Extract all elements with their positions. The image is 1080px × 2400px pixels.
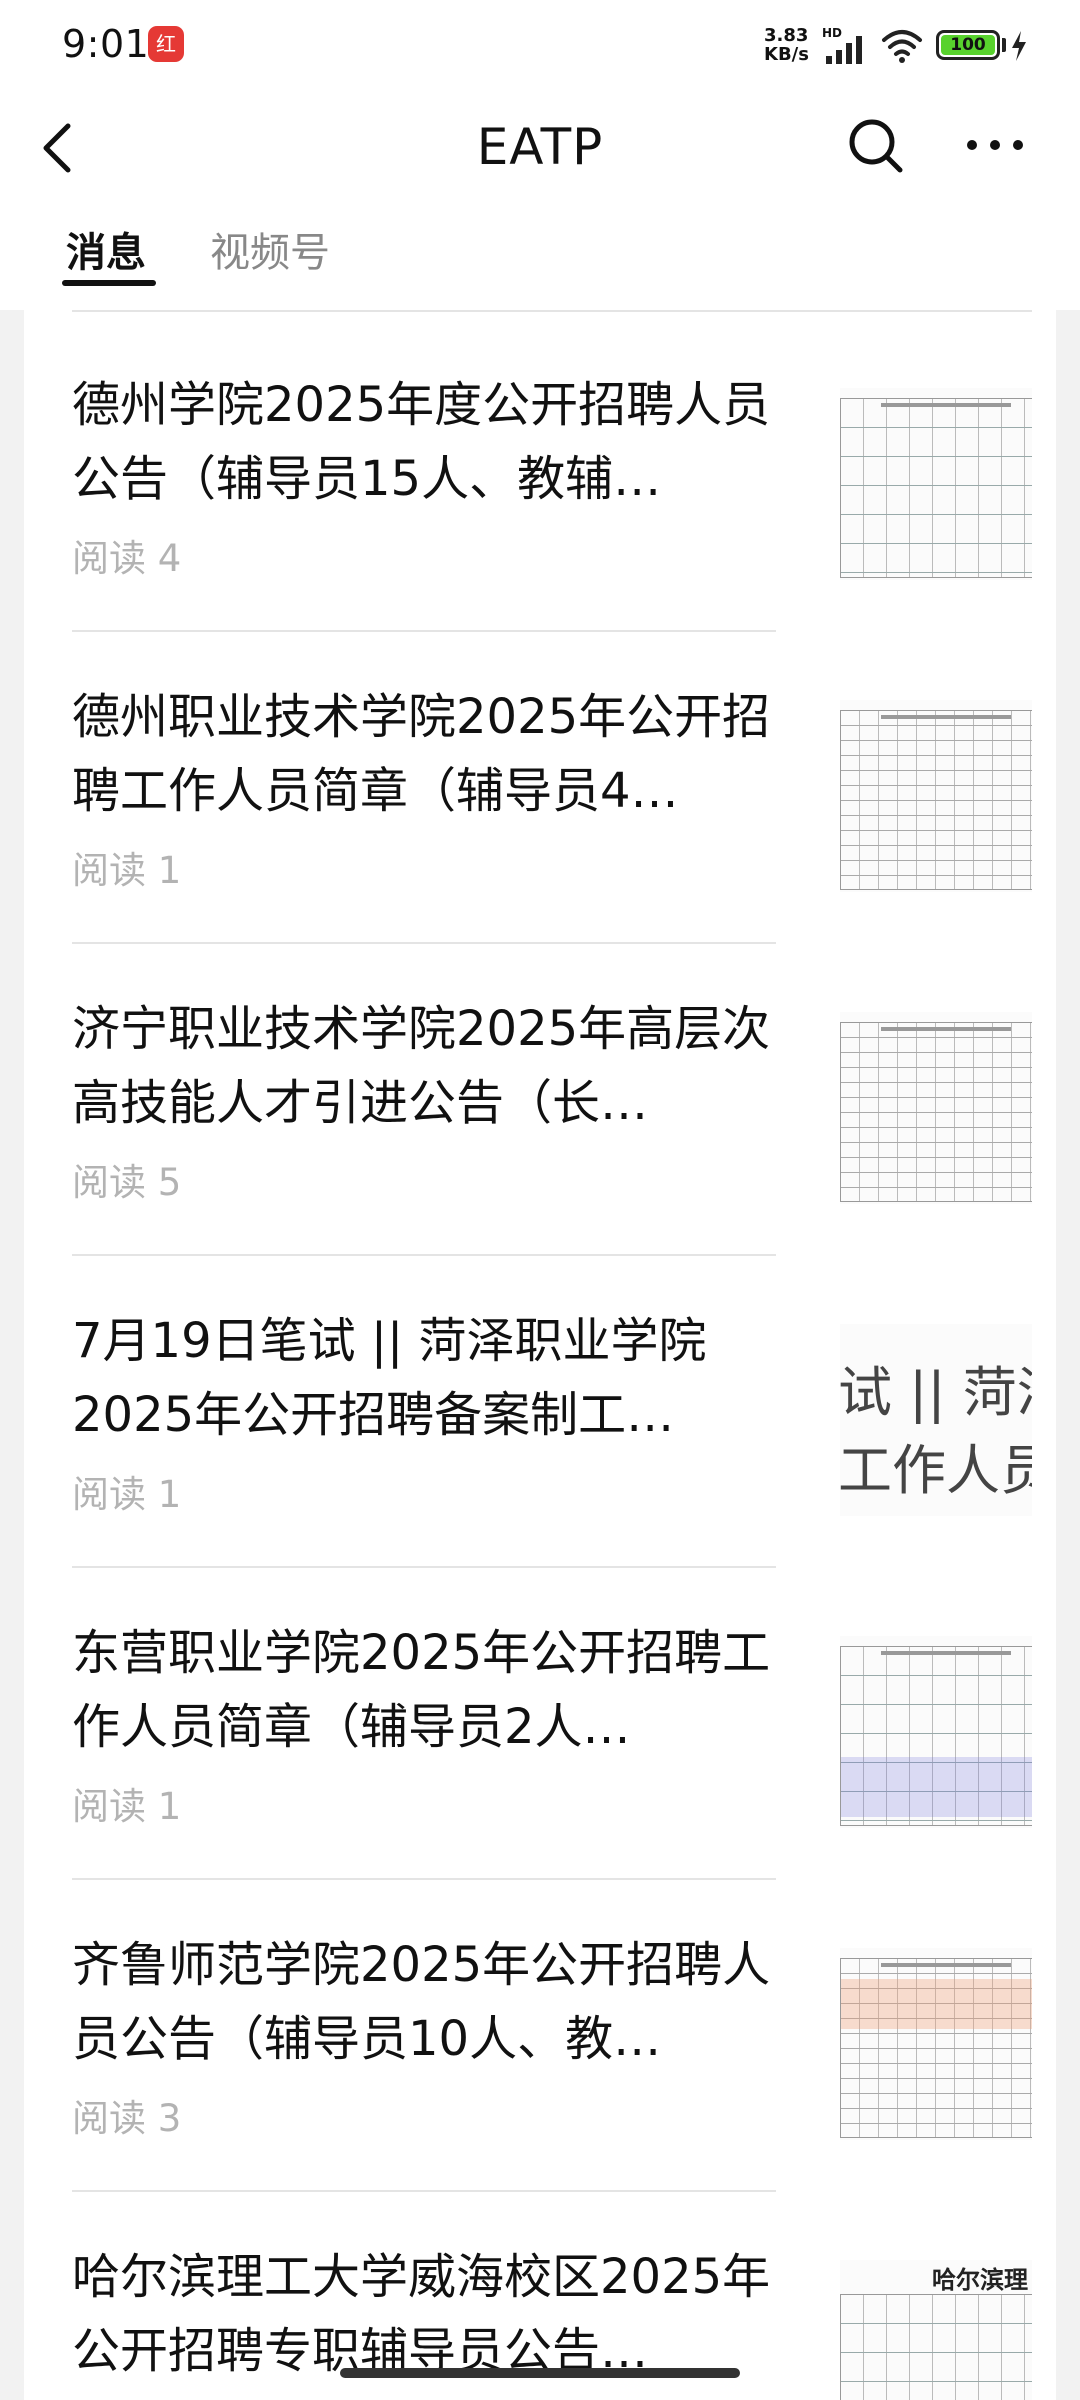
- article-item[interactable]: 7月19日笔试 || 菏泽职业学院2025年公开招聘备案制工… 阅读 1 试 |…: [72, 1256, 1032, 1568]
- article-title: 哈尔滨理工大学威海校区2025年公开招聘专职辅导员公告…: [72, 2249, 771, 2379]
- article-read-count: 阅读 1: [72, 1785, 182, 1828]
- battery-tip: [1002, 38, 1006, 52]
- article-read-count: 阅读 3: [72, 2097, 182, 2140]
- table-thumbnail-image: [840, 1646, 1032, 1826]
- article-item[interactable]: 东营职业学院2025年公开招聘工作人员简章（辅导员2人… 阅读 1: [72, 1568, 1032, 1880]
- article-thumbnail: [840, 388, 1032, 580]
- more-dots-icon[interactable]: [960, 120, 1030, 170]
- table-thumbnail-image: [840, 710, 1032, 890]
- article-read-count: 阅读 5: [72, 1161, 182, 1204]
- article-title: 德州学院2025年度公开招聘人员公告（辅导员15人、教辅…: [72, 377, 771, 507]
- tab-channels[interactable]: 视频号: [210, 220, 330, 280]
- tab-active-indicator: [62, 280, 156, 286]
- article-thumbnail: 试 || 菏泽 工作人员笔: [840, 1324, 1032, 1516]
- divider: [72, 310, 1032, 312]
- table-thumbnail-image: [840, 1022, 1032, 1202]
- article-thumbnail: [840, 1012, 1032, 1204]
- article-item[interactable]: 齐鲁师范学院2025年公开招聘人员公告（辅导员10人、教… 阅读 3: [72, 1880, 1032, 2192]
- wifi-icon: [882, 30, 922, 63]
- article-thumbnail: [840, 700, 1032, 892]
- charging-icon: [1012, 31, 1026, 61]
- article-title: 齐鲁师范学院2025年公开招聘人员公告（辅导员10人、教…: [72, 1937, 771, 2067]
- tab-bar: 消息 视频号: [0, 210, 1080, 310]
- home-indicator[interactable]: [340, 2368, 740, 2378]
- article-item[interactable]: 德州职业技术学院2025年公开招聘工作人员简章（辅导员4… 阅读 1: [72, 632, 1032, 944]
- network-speed: 3.83 KB/s: [764, 25, 809, 65]
- article-thumbnail: [840, 1948, 1032, 2140]
- article-read-count: 阅读 1: [72, 849, 182, 892]
- tab-messages[interactable]: 消息: [66, 220, 146, 280]
- article-title: 济宁职业技术学院2025年高层次高技能人才引进公告（长…: [72, 1001, 771, 1131]
- article-title: 东营职业学院2025年公开招聘工作人员简章（辅导员2人…: [72, 1625, 771, 1755]
- search-icon[interactable]: [844, 114, 908, 178]
- top-app-bar: EATP: [0, 90, 1080, 210]
- app-notification-icon: 红: [148, 26, 184, 62]
- article-item[interactable]: 济宁职业技术学院2025年高层次高技能人才引进公告（长… 阅读 5: [72, 944, 1032, 1256]
- article-title: 7月19日笔试 || 菏泽职业学院2025年公开招聘备案制工…: [72, 1313, 707, 1443]
- table-thumbnail-image: [840, 2294, 1032, 2400]
- status-bar: 9:01 红 3.83 KB/s HD 100: [0, 0, 1080, 90]
- article-list: 德州学院2025年度公开招聘人员公告（辅导员15人、教辅… 阅读 4 德州职业技…: [24, 310, 1056, 2400]
- article-read-count: 阅读 4: [72, 537, 182, 580]
- article-title: 德州职业技术学院2025年公开招聘工作人员简章（辅导员4…: [72, 689, 771, 819]
- article-thumbnail: [840, 1636, 1032, 1828]
- article-read-count: 阅读 1: [72, 1473, 182, 1516]
- table-thumbnail-image: [840, 1958, 1032, 2138]
- article-thumbnail: 哈尔滨理: [840, 2260, 1032, 2400]
- battery-level: 100: [941, 35, 995, 55]
- thumbnail-heading: 哈尔滨理: [932, 2265, 1028, 2294]
- article-item[interactable]: 德州学院2025年度公开招聘人员公告（辅导员15人、教辅… 阅读 4: [72, 320, 1032, 632]
- status-time: 9:01: [62, 22, 150, 66]
- table-thumbnail-image: [840, 398, 1032, 578]
- signal-icon: [826, 36, 862, 64]
- battery-icon: 100: [936, 30, 1000, 60]
- page-title: EATP: [476, 118, 604, 176]
- thumbnail-text: 试 || 菏泽 工作人员笔: [840, 1361, 1032, 1502]
